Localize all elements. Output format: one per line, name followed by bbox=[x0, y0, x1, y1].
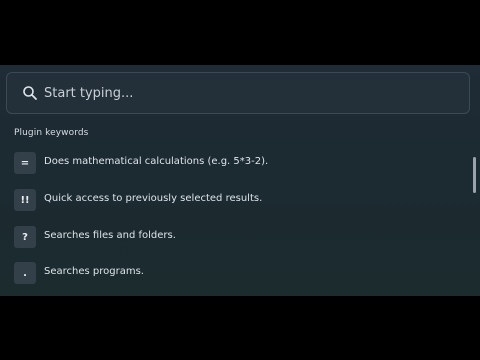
launcher-window: Plugin keywords = Does mathematical calc… bbox=[0, 65, 480, 296]
keyword-badge: !! bbox=[14, 189, 36, 211]
list-item-history[interactable]: !! Quick access to previously selected r… bbox=[0, 182, 470, 218]
scrollbar-thumb[interactable] bbox=[473, 157, 476, 193]
section-label: Plugin keywords bbox=[14, 128, 89, 138]
list-item-file-search[interactable]: ? Searches files and folders. bbox=[0, 219, 470, 255]
item-description: Quick access to previously selected resu… bbox=[44, 193, 263, 204]
screen-frame: Plugin keywords = Does mathematical calc… bbox=[0, 0, 480, 360]
keyword-badge: . bbox=[14, 262, 36, 284]
keyword-badge: ? bbox=[14, 226, 36, 248]
search-icon bbox=[23, 86, 37, 100]
list-item-programs[interactable]: . Searches programs. bbox=[0, 255, 470, 291]
keyword-badge: = bbox=[14, 152, 36, 174]
item-description: Searches files and folders. bbox=[44, 230, 176, 241]
list-item-calculator[interactable]: = Does mathematical calculations (e.g. 5… bbox=[0, 145, 470, 181]
item-description: Searches programs. bbox=[44, 266, 144, 277]
search-box[interactable] bbox=[6, 72, 470, 114]
item-description: Does mathematical calculations (e.g. 5*3… bbox=[44, 156, 269, 167]
search-input[interactable] bbox=[44, 81, 454, 105]
